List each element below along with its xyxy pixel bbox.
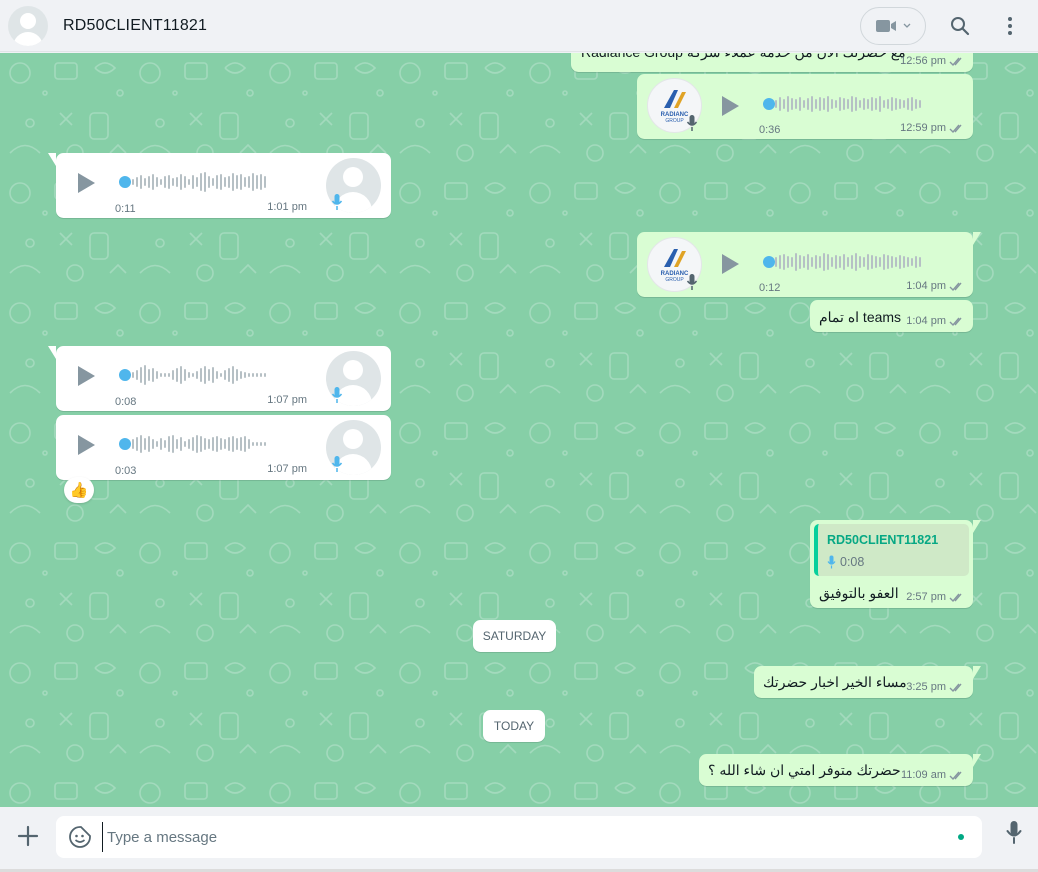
message-time: 1:07 pm <box>267 463 307 475</box>
voice-message-incoming[interactable]: 0:03 1:07 pm <box>56 415 391 480</box>
message-meta: 12:59 pm <box>900 122 965 134</box>
double-check-icon <box>949 317 962 326</box>
quoted-duration: 0:08 <box>840 555 865 569</box>
play-button[interactable] <box>78 173 95 193</box>
message-time: 1:04 pm <box>906 315 946 327</box>
mic-icon <box>331 456 343 472</box>
quoted-message[interactable]: RD50CLIENT11821 0:08 <box>814 524 969 576</box>
double-check-icon <box>949 683 962 692</box>
sticker-emoji-icon[interactable] <box>68 825 92 849</box>
voice-progress-knob[interactable] <box>119 438 131 450</box>
message-input-box[interactable] <box>56 816 982 858</box>
chat-header: RD50CLIENT11821 <box>0 0 1038 52</box>
search-icon <box>951 17 970 36</box>
play-button[interactable] <box>722 254 739 274</box>
mic-icon <box>827 555 836 569</box>
voice-progress-knob[interactable] <box>763 98 775 110</box>
contact-avatar[interactable] <box>8 5 48 46</box>
voice-message-incoming[interactable]: 0:08 1:07 pm <box>48 346 391 411</box>
video-call-button[interactable] <box>860 7 926 45</box>
voice-duration: 0:03 <box>115 465 137 477</box>
mic-icon <box>331 194 343 210</box>
quoted-sender-name: RD50CLIENT11821 <box>827 533 939 547</box>
quoted-voice-info: 0:08 <box>827 555 864 569</box>
voice-message-incoming[interactable]: 0:11 1:01 pm <box>48 153 391 218</box>
attach-plus-icon[interactable] <box>14 822 42 850</box>
message-time: 11:09 am <box>900 769 946 781</box>
voice-duration: 0:36 <box>759 124 781 136</box>
message-text: حضرتك متوفر امتي ان شاء الله ؟ <box>708 762 901 778</box>
message-outgoing-text[interactable]: مع حضرتك الآن من خدمة عملاء شركة Radianc… <box>571 53 973 72</box>
play-button[interactable] <box>78 366 95 386</box>
voice-progress-knob[interactable] <box>119 176 131 188</box>
message-meta: 3:25 pm <box>906 681 965 693</box>
voice-record-mic-icon[interactable] <box>1006 820 1022 844</box>
double-check-icon <box>949 57 962 66</box>
message-meta: 1:07 pm <box>267 394 307 406</box>
play-button[interactable] <box>78 435 95 455</box>
message-time: 12:56 pm <box>900 55 946 67</box>
message-text: مع حضرتك الآن من خدمة عملاء شركة Radianc… <box>581 53 906 61</box>
voice-duration: 0:12 <box>759 282 781 294</box>
message-time: 1:07 pm <box>267 394 307 406</box>
voice-waveform[interactable] <box>775 250 921 274</box>
message-text: مساء الخير اخبار حضرتك <box>763 674 907 690</box>
date-separator-today: TODAY <box>483 710 545 742</box>
voice-duration: 0:11 <box>115 203 136 215</box>
voice-waveform[interactable] <box>132 432 266 456</box>
voice-duration: 0:08 <box>115 396 137 408</box>
search-button[interactable] <box>940 6 980 46</box>
contact-name[interactable]: RD50CLIENT11821 <box>63 17 207 35</box>
mic-icon <box>331 387 343 403</box>
thumbs-up-reaction[interactable]: 👍 <box>64 477 94 503</box>
message-outgoing-text[interactable]: اه تمام teams 1:04 pm <box>810 300 973 332</box>
message-meta: 2:57 pm <box>906 591 965 603</box>
message-meta: 1:04 pm <box>906 280 965 292</box>
double-check-icon <box>949 282 962 291</box>
message-text: اه تمام teams <box>819 309 902 325</box>
double-check-icon <box>949 771 962 780</box>
date-separator-saturday: SATURDAY <box>473 620 556 652</box>
message-input[interactable] <box>102 822 942 852</box>
message-time: 1:01 pm <box>267 201 307 213</box>
voice-message-outgoing[interactable]: RADIANC GROUP 0:12 1:04 pm <box>637 232 981 297</box>
message-meta: 1:07 pm <box>267 463 307 475</box>
message-text: العفو بالتوفيق <box>819 585 899 601</box>
play-button[interactable] <box>722 96 739 116</box>
chat-area[interactable]: مع حضرتك الآن من خدمة عملاء شركة Radianc… <box>0 53 1038 807</box>
message-time: 3:25 pm <box>906 681 946 693</box>
kebab-menu-icon <box>1008 17 1012 35</box>
message-meta: 11:09 am <box>901 769 965 781</box>
double-check-icon <box>949 593 962 602</box>
mic-icon <box>686 115 698 131</box>
voice-waveform[interactable] <box>775 92 921 116</box>
mic-icon <box>686 274 698 290</box>
typing-status-dot <box>958 834 964 840</box>
double-check-icon <box>949 124 962 133</box>
message-meta: 12:56 pm <box>900 55 965 67</box>
menu-button[interactable] <box>990 6 1030 46</box>
message-meta: 1:04 pm <box>906 315 965 327</box>
message-outgoing-text[interactable]: حضرتك متوفر امتي ان شاء الله ؟ 11:09 am <box>699 754 981 786</box>
video-camera-icon <box>876 20 896 32</box>
message-composer <box>0 807 1038 872</box>
voice-progress-knob[interactable] <box>119 369 131 381</box>
message-meta: 1:01 pm <box>267 201 307 213</box>
message-time: 12:59 pm <box>900 122 946 134</box>
reply-message-outgoing[interactable]: RD50CLIENT11821 0:08 العفو بالتوفيق 2:57… <box>810 520 981 608</box>
message-time: 1:04 pm <box>906 280 946 292</box>
message-outgoing-text[interactable]: مساء الخير اخبار حضرتك 3:25 pm <box>754 666 981 698</box>
voice-waveform[interactable] <box>132 363 266 387</box>
chevron-down-icon <box>903 23 911 28</box>
voice-progress-knob[interactable] <box>763 256 775 268</box>
message-time: 2:57 pm <box>906 591 946 603</box>
voice-waveform[interactable] <box>132 170 266 194</box>
voice-message-outgoing[interactable]: RADIANC GROUP 0:36 12:59 pm <box>637 74 973 139</box>
